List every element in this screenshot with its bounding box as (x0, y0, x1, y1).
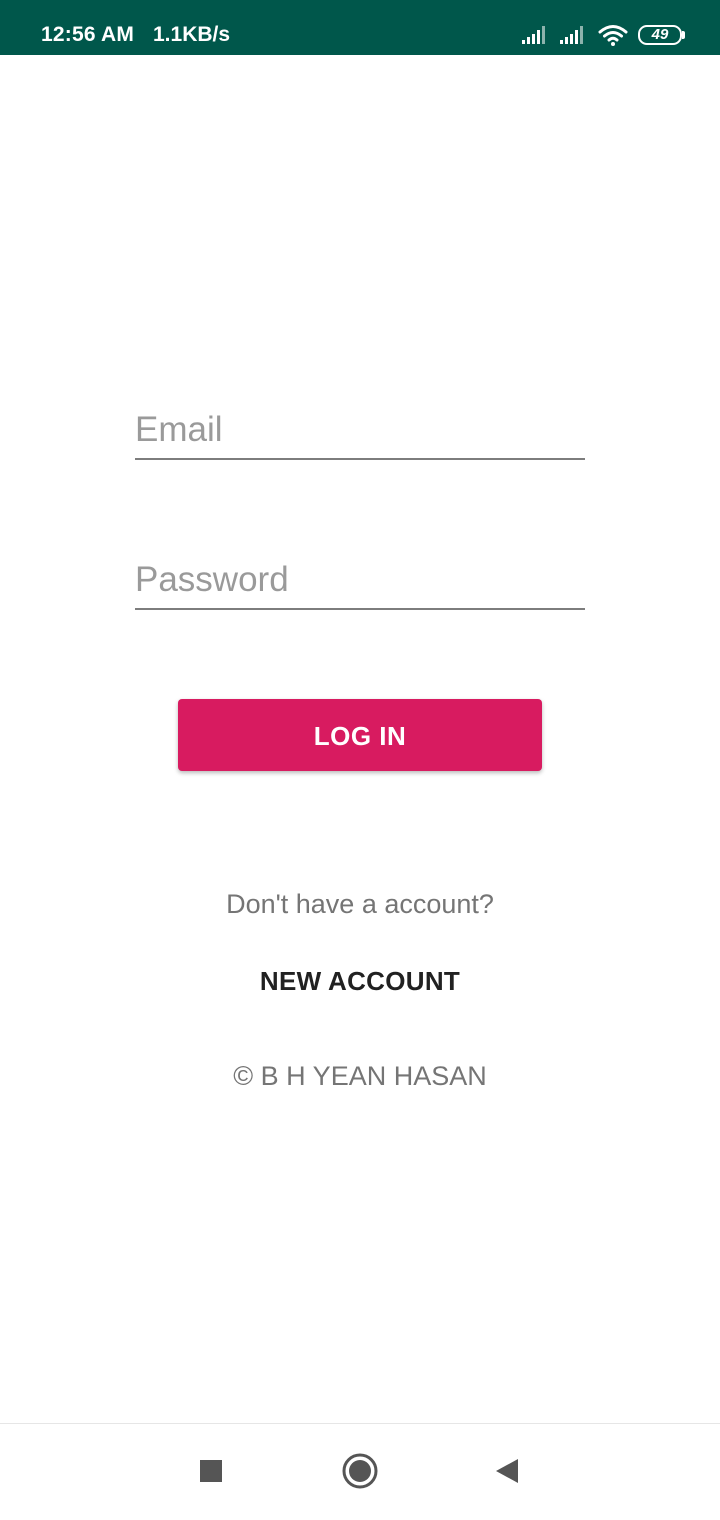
email-input[interactable] (135, 406, 585, 454)
password-field (135, 550, 585, 610)
back-button[interactable] (482, 1450, 532, 1496)
new-account-button[interactable]: NEW ACCOUNT (240, 958, 480, 1004)
signal-icon (560, 25, 588, 45)
back-icon (494, 1457, 520, 1490)
status-bar: 12:56 AM 1.1KB/s 49 (0, 0, 720, 55)
status-icons: 49 (522, 22, 685, 48)
home-icon (341, 1452, 379, 1495)
login-screen: 12:56 AM 1.1KB/s 49 Email LOG IN Don't h… (0, 0, 720, 1520)
wifi-icon (598, 24, 628, 46)
battery-level: 49 (651, 26, 669, 43)
copyright-text: © B H YEAN HASAN (233, 1061, 487, 1091)
password-input[interactable] (135, 556, 585, 604)
battery-icon: 49 (638, 25, 685, 45)
signal-icon (522, 25, 550, 45)
email-field (135, 400, 585, 460)
network-speed: 1.1KB/s (153, 23, 231, 46)
recents-button[interactable] (186, 1450, 236, 1496)
home-button[interactable] (335, 1450, 385, 1496)
login-button[interactable]: LOG IN (178, 699, 542, 771)
status-time: 12:56 AM (41, 23, 135, 46)
signup-prompt: Don't have a account? (226, 889, 494, 919)
navigation-bar (0, 1423, 720, 1520)
recents-icon (199, 1459, 223, 1488)
